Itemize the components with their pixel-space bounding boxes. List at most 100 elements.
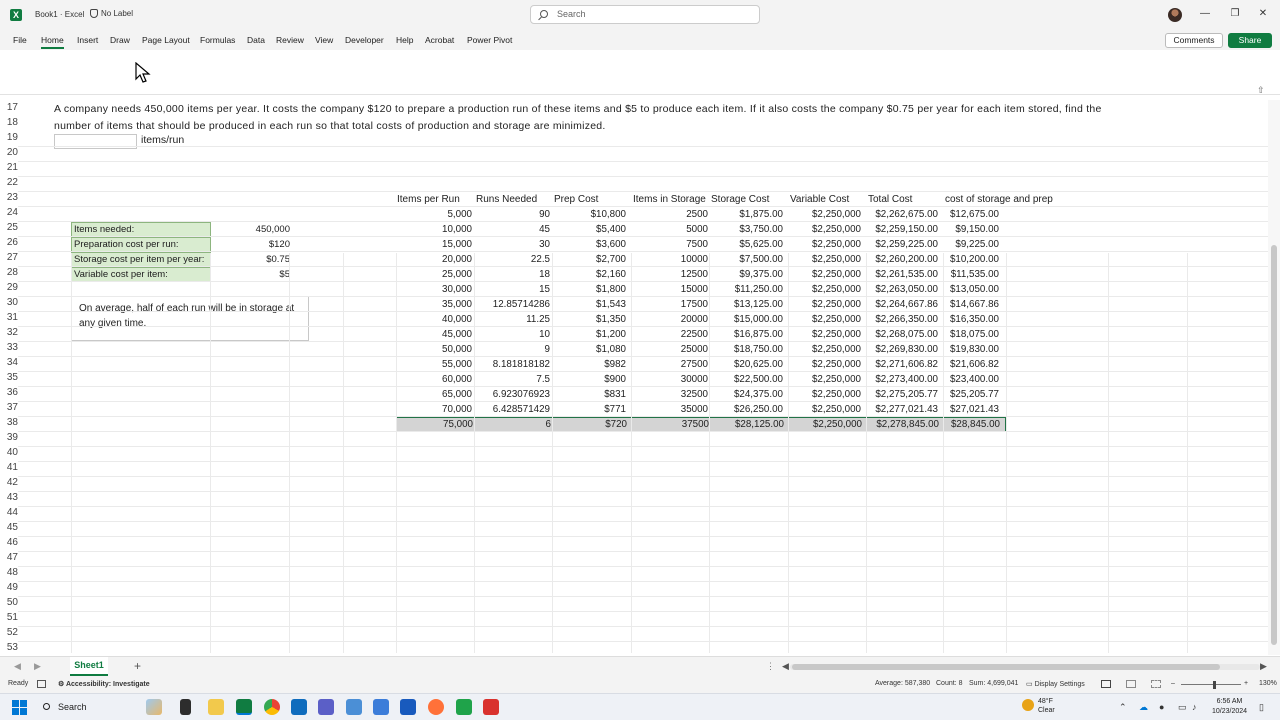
cell-prep-cost[interactable]: $1,200 <box>550 327 626 342</box>
row-header[interactable]: 18 <box>0 117 18 128</box>
param-value-storage-cost[interactable]: $0.75 <box>212 252 290 267</box>
row-header[interactable]: 46 <box>0 537 18 548</box>
header-prep-cost[interactable]: Prep Cost <box>554 192 598 207</box>
onedrive-icon[interactable]: ☁ <box>1139 702 1148 713</box>
table-row[interactable]: 10,000 45 $5,400 5000 $3,750.00 $2,250,000 $2,… <box>396 222 1006 237</box>
table-row[interactable]: 45,000 10 $1,200 22500 $16,875.00 $2,250,000 $… <box>396 327 1006 342</box>
row-header[interactable]: 33 <box>0 342 18 353</box>
zoom-slider[interactable] <box>1181 684 1241 685</box>
cell-items-per-run[interactable]: 70,000 <box>396 402 472 417</box>
cell-items-per-run[interactable]: 15,000 <box>396 237 472 252</box>
cell-storage-and-prep-cost[interactable]: $21,606.82 <box>923 357 999 372</box>
cell-runs-needed[interactable]: 11.25 <box>474 312 550 327</box>
row-header[interactable]: 28 <box>0 267 18 278</box>
taskbar-search[interactable]: Search <box>36 698 132 717</box>
cell-items-in-storage[interactable]: 35000 <box>632 402 708 417</box>
tab-help[interactable]: Help <box>396 35 413 45</box>
zoom-slider-thumb[interactable] <box>1213 681 1216 689</box>
cell-variable-cost[interactable]: $2,250,000 <box>785 252 861 267</box>
word-icon[interactable] <box>400 699 416 715</box>
cell-runs-needed[interactable]: 18 <box>474 267 550 282</box>
row-header[interactable]: 52 <box>0 627 18 638</box>
macro-record-icon[interactable] <box>37 680 46 688</box>
search-input[interactable]: Search <box>530 5 760 24</box>
param-label-storage-cost[interactable]: Storage cost per item per year: <box>71 252 211 267</box>
volume-icon[interactable]: ♪ <box>1192 702 1197 712</box>
widgets-icon[interactable] <box>146 699 162 715</box>
table-row[interactable]: 35,000 12.85714286 $1,543 17500 $13,125.00 $2… <box>396 297 1006 312</box>
cell-items-in-storage[interactable]: 5000 <box>632 222 708 237</box>
header-variable-cost[interactable]: Variable Cost <box>790 192 849 207</box>
cell-items-in-storage[interactable]: 2500 <box>632 207 708 222</box>
cell-storage-and-prep-cost[interactable]: $10,200.00 <box>923 252 999 267</box>
cell-items-in-storage[interactable]: 30000 <box>632 372 708 387</box>
outlook-icon[interactable] <box>291 699 307 715</box>
cell-storage-and-prep-cost[interactable]: $16,350.00 <box>923 312 999 327</box>
cell-storage-cost[interactable]: $24,375.00 <box>707 387 783 402</box>
cell-prep-cost[interactable]: $2,700 <box>550 252 626 267</box>
sum-stat[interactable]: Sum: 4,699,041 <box>969 680 1018 687</box>
row-header[interactable]: 47 <box>0 552 18 563</box>
task-view-icon[interactable] <box>180 699 191 715</box>
row-header[interactable]: 23 <box>0 192 18 203</box>
cell-items-in-storage[interactable]: 32500 <box>632 387 708 402</box>
cell-runs-needed[interactable]: 10 <box>474 327 550 342</box>
next-sheet-icon[interactable]: ▶ <box>34 661 41 672</box>
param-value-items-needed[interactable]: 450,000 <box>212 222 290 237</box>
cell-runs-needed[interactable]: 9 <box>474 342 550 357</box>
cell-storage-cost[interactable]: $15,000.00 <box>707 312 783 327</box>
row-header[interactable]: 24 <box>0 207 18 218</box>
sheet-tab-sheet1[interactable]: Sheet1 <box>70 657 108 676</box>
cell-storage-and-prep-cost[interactable]: $19,830.00 <box>923 342 999 357</box>
notifications-icon[interactable]: ▯ <box>1259 702 1264 713</box>
table-row[interactable]: 20,000 22.5 $2,700 10000 $7,500.00 $2,250,000… <box>396 252 1006 267</box>
cell-prep-cost[interactable]: $900 <box>550 372 626 387</box>
row-header[interactable]: 40 <box>0 447 18 458</box>
cell-items-per-run[interactable]: 50,000 <box>396 342 472 357</box>
row-header[interactable]: 21 <box>0 162 18 173</box>
row-header[interactable]: 48 <box>0 567 18 578</box>
excel-taskbar-icon[interactable] <box>236 699 252 715</box>
cell-prep-cost[interactable]: $1,350 <box>550 312 626 327</box>
header-runs-needed[interactable]: Runs Needed <box>476 192 537 207</box>
cell-storage-cost[interactable]: $13,125.00 <box>707 297 783 312</box>
cell-storage-and-prep-cost[interactable]: $9,150.00 <box>923 222 999 237</box>
row-header[interactable]: 32 <box>0 327 18 338</box>
scroll-right-icon[interactable]: ▶ <box>1260 661 1267 672</box>
row-header[interactable]: 35 <box>0 372 18 383</box>
row-header[interactable]: 27 <box>0 252 18 263</box>
cell-prep-cost[interactable]: $1,080 <box>550 342 626 357</box>
cell-variable-cost[interactable]: $2,250,000 <box>785 237 861 252</box>
avatar[interactable] <box>1168 8 1182 22</box>
ribbon-collapse-icon[interactable]: ⇧ <box>1257 85 1265 96</box>
cell-items-in-storage[interactable]: 37500 <box>633 417 709 432</box>
cell-runs-needed[interactable]: 8.181818182 <box>474 357 550 372</box>
row-header[interactable]: 53 <box>0 642 18 653</box>
cell-items-per-run[interactable]: 55,000 <box>396 357 472 372</box>
cell-runs-needed[interactable]: 15 <box>474 282 550 297</box>
cell-variable-cost[interactable]: $2,250,000 <box>785 372 861 387</box>
cell-prep-cost[interactable]: $3,600 <box>550 237 626 252</box>
tray-chevron-icon[interactable]: ⌃ <box>1119 702 1127 713</box>
row-header[interactable]: 29 <box>0 282 18 293</box>
cell-storage-and-prep-cost[interactable]: $27,021.43 <box>923 402 999 417</box>
cell-items-per-run[interactable]: 20,000 <box>396 252 472 267</box>
cell-items-per-run[interactable]: 10,000 <box>396 222 472 237</box>
cell-runs-needed[interactable]: 6.428571429 <box>474 402 550 417</box>
table-row[interactable]: 65,000 6.923076923 $831 32500 $24,375.00 $2,2… <box>396 387 1006 402</box>
tab-draw[interactable]: Draw <box>110 35 130 45</box>
display-settings[interactable]: ▭ Display Settings <box>1026 680 1085 688</box>
camtasia-green-icon[interactable] <box>456 699 472 715</box>
tab-file[interactable]: File <box>13 35 27 45</box>
restore-icon[interactable]: ❐ <box>1228 8 1242 19</box>
cell-storage-and-prep-cost[interactable]: $11,535.00 <box>923 267 999 282</box>
cell-runs-needed[interactable]: 22.5 <box>474 252 550 267</box>
page-break-view-icon[interactable] <box>1151 680 1161 688</box>
cell-runs-needed[interactable]: 45 <box>474 222 550 237</box>
cell-storage-and-prep-cost[interactable]: $13,050.00 <box>923 282 999 297</box>
table-row[interactable]: 30,000 15 $1,800 15000 $11,250.00 $2,250,000 $… <box>396 282 1006 297</box>
cell-prep-cost[interactable]: $2,160 <box>550 267 626 282</box>
row-header[interactable]: 51 <box>0 612 18 623</box>
snipping-tool-icon[interactable] <box>346 699 362 715</box>
param-value-variable-cost[interactable]: $5 <box>212 267 290 282</box>
